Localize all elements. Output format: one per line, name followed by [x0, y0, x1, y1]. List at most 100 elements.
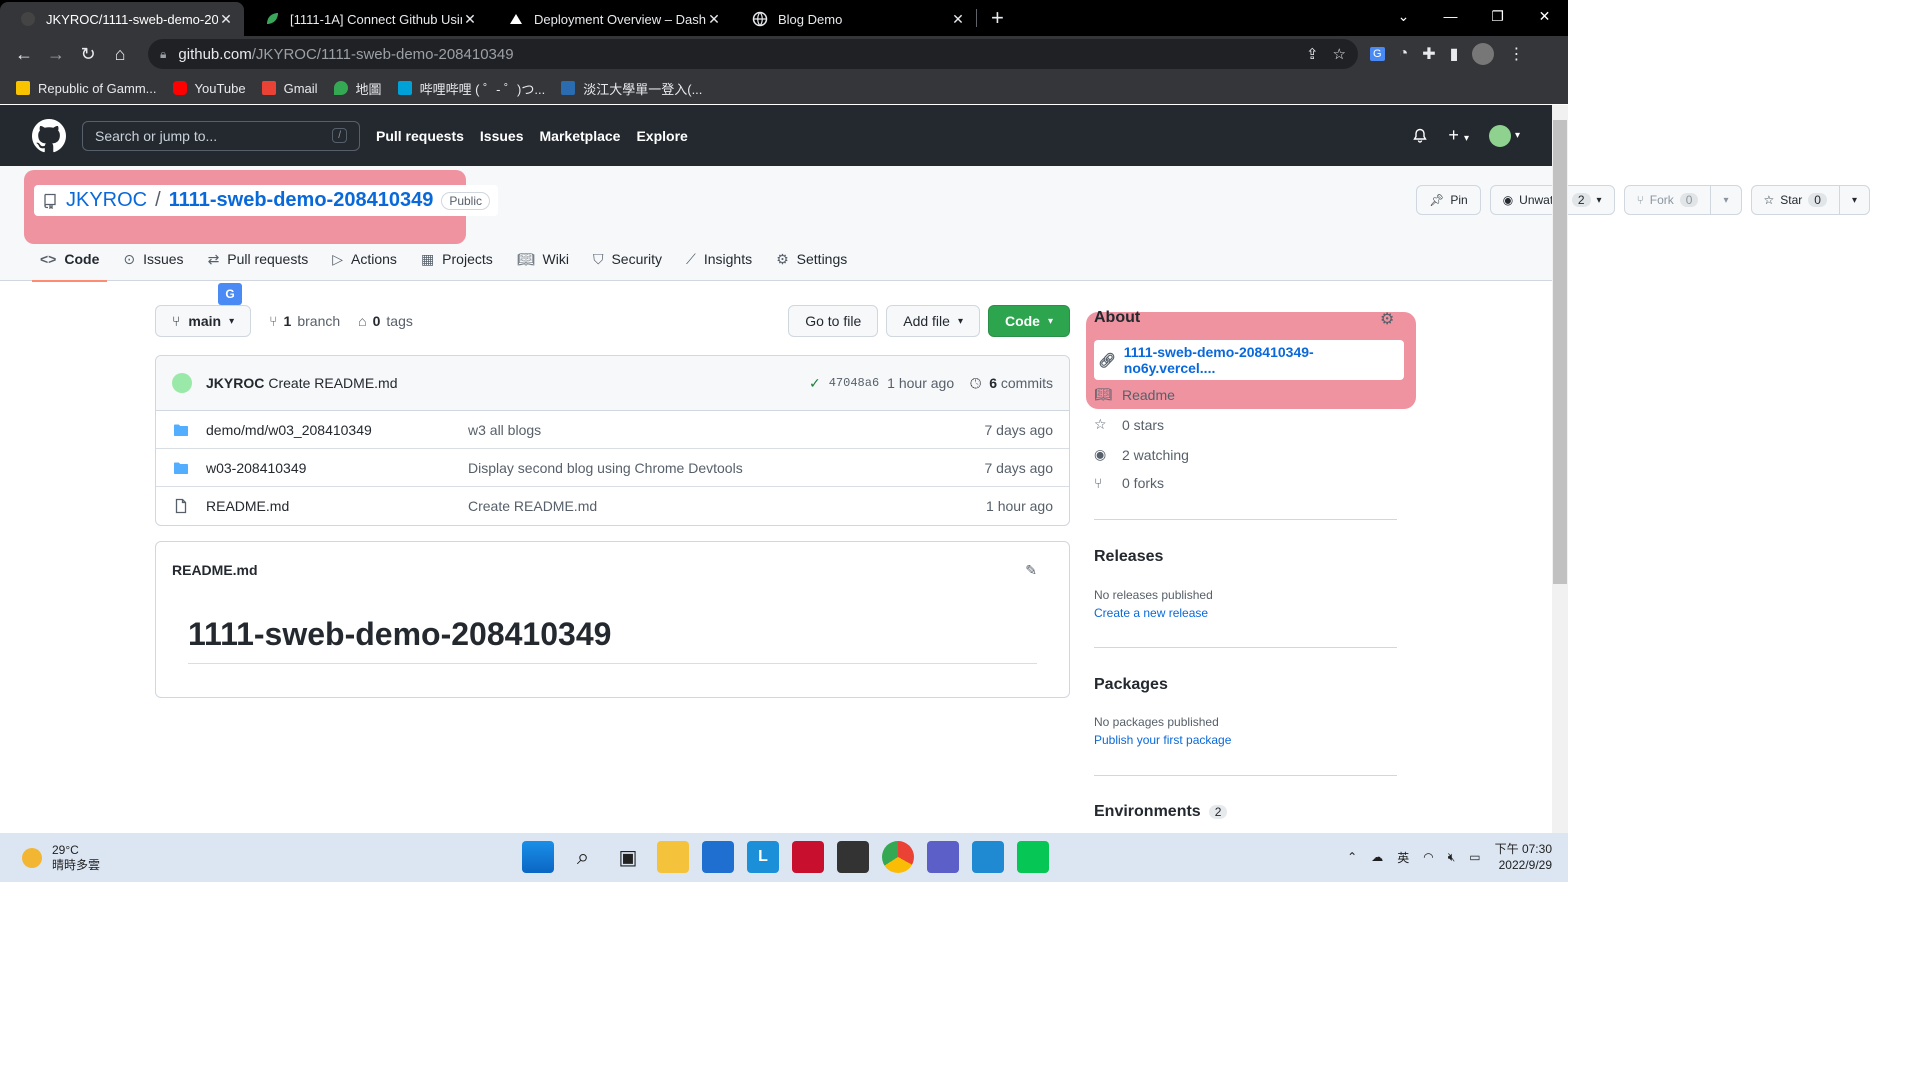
new-tab-button[interactable]: + [977, 5, 1018, 31]
github-desktop-icon[interactable] [837, 841, 869, 873]
address-bar[interactable]: 🔒︎ github.com /JKYROC/1111-sweb-demo-208… [148, 39, 1358, 69]
share-icon[interactable]: ⇪ [1306, 45, 1319, 63]
create-new-dropdown[interactable]: + ▾ [1448, 125, 1469, 146]
website-link[interactable]: 🔗︎ 1111-sweb-demo-208410349-no6y.vercel.… [1094, 340, 1404, 380]
star-button[interactable]: ☆ Star 0 ▾ [1750, 185, 1870, 215]
nav-marketplace[interactable]: Marketplace [540, 128, 621, 144]
teams-icon[interactable] [927, 841, 959, 873]
tab-wiki[interactable]: 📖︎ Wiki [509, 237, 577, 281]
fork-dropdown-caret[interactable]: ▾ [1710, 186, 1740, 214]
close-tab-icon[interactable]: ✕ [950, 11, 966, 28]
browser-menu-icon[interactable]: ⋮ [1508, 44, 1524, 64]
github-logo-icon[interactable] [32, 118, 66, 153]
bookmark-republic-of-gamers[interactable]: Republic of Gamm... [16, 81, 157, 96]
bookmark-maps[interactable]: 地圖 [333, 79, 382, 98]
chrome-icon[interactable] [882, 841, 914, 873]
close-window-button[interactable]: ✕ [1521, 0, 1568, 32]
nav-issues[interactable]: Issues [480, 128, 524, 144]
watchers-link[interactable]: ◉ 2 watching [1094, 446, 1189, 463]
tab-code[interactable]: <> Code [32, 237, 108, 282]
side-panel-icon[interactable]: ▮ [1450, 44, 1459, 64]
file-commit-message[interactable]: Display second blog using Chrome Devtool… [468, 460, 985, 476]
tab-pull-requests[interactable]: ⇄ Pull requests [200, 237, 317, 281]
puzzle-extensions-icon[interactable]: ✚ [1422, 44, 1435, 64]
clock[interactable]: 下午 07:30 2022/9/29 [1495, 841, 1552, 873]
bookmark-star-icon[interactable]: ☆ [1333, 45, 1346, 63]
nav-pull-requests[interactable]: Pull requests [376, 128, 464, 144]
commits-link[interactable]: 6 commits [989, 375, 1053, 391]
file-commit-message[interactable]: Create README.md [468, 498, 986, 514]
tab-security[interactable]: ⛉ Security [585, 237, 670, 281]
back-button[interactable]: ← [8, 38, 40, 70]
line-chat-icon[interactable] [1017, 841, 1049, 873]
lock-icon[interactable]: 🔒︎ [160, 47, 166, 62]
tab-github-repo[interactable]: JKYROC/1111-sweb-demo-208 ✕ [0, 2, 244, 36]
profile-avatar-icon[interactable] [1472, 43, 1495, 65]
translate-extension-icon[interactable]: G [1370, 47, 1385, 61]
speaker-muted-icon[interactable]: 🔇︎ [1448, 850, 1456, 865]
pencil-edit-icon[interactable]: ✎ [1025, 562, 1037, 579]
weather-widget[interactable]: 29°C 晴時多雲 [22, 843, 100, 873]
close-tab-icon[interactable]: ✕ [218, 11, 234, 28]
notifications-bell-icon[interactable] [1412, 128, 1428, 144]
packages-heading[interactable]: Packages [1094, 676, 1168, 694]
check-icon[interactable]: ✓ [809, 375, 821, 392]
task-view-icon[interactable]: ▣ [612, 841, 644, 873]
file-commit-message[interactable]: w3 all blogs [468, 422, 985, 438]
nav-explore[interactable]: Explore [636, 128, 687, 144]
file-explorer-icon[interactable] [657, 841, 689, 873]
line-l-app-icon[interactable]: L [747, 841, 779, 873]
scrollbar-thumb[interactable] [1553, 120, 1567, 584]
forward-button[interactable]: → [40, 38, 72, 70]
tab-vercel-deployment[interactable]: Deployment Overview – Dashb ✕ [488, 2, 732, 36]
close-tab-icon[interactable]: ✕ [706, 11, 722, 28]
bookmark-bilibili[interactable]: 哔哩哔哩 ( ゜- ゜)つ... [397, 79, 545, 98]
stars-link[interactable]: ☆ 0 stars [1094, 416, 1164, 433]
create-release-link[interactable]: Create a new release [1094, 606, 1208, 620]
user-avatar-dropdown[interactable]: ▾ [1488, 124, 1520, 147]
home-button[interactable]: ⌂ [104, 38, 136, 70]
tab-blog-demo[interactable]: Blog Demo ✕ [732, 2, 976, 36]
tab-issues[interactable]: ⊙ Issues [115, 237, 191, 281]
minimize-button[interactable]: — [1427, 0, 1474, 32]
branches-link[interactable]: ⑂ 1 branch [269, 313, 340, 329]
code-button[interactable]: Code ▾ [987, 305, 1070, 337]
onedrive-cloud-icon[interactable]: ☁ [1371, 850, 1383, 864]
website-url[interactable]: 1111-sweb-demo-208410349-no6y.vercel.... [1124, 344, 1404, 376]
restore-button[interactable]: ❐ [1474, 0, 1521, 32]
mcafee-icon[interactable] [792, 841, 824, 873]
search-icon[interactable]: ⌕ [567, 841, 599, 873]
fork-button[interactable]: ⑂ Fork 0 ▾ [1623, 185, 1742, 215]
tab-insights[interactable]: ⟋ Insights [678, 237, 760, 281]
bookmark-tku-sso[interactable]: 淡江大學單一登入(... [561, 79, 702, 98]
gear-icon[interactable]: ⚙ [1380, 309, 1394, 329]
file-name[interactable]: demo/md/w03_208410349 [206, 422, 468, 438]
branch-selector[interactable]: ⑂ main ▾ [155, 305, 252, 337]
extension-icon[interactable]: ◔ [1399, 45, 1409, 63]
wifi-icon[interactable]: ◠ [1423, 850, 1433, 864]
environments-heading[interactable]: Environments 2 [1094, 803, 1228, 821]
search-input[interactable]: Search or jump to... / [82, 120, 360, 151]
close-tab-icon[interactable]: ✕ [462, 11, 478, 28]
publish-package-link[interactable]: Publish your first package [1094, 733, 1231, 747]
pin-button[interactable]: 📌︎ Pin [1416, 185, 1481, 215]
tray-chevron-up-icon[interactable]: ⌃ [1347, 850, 1357, 864]
star-dropdown-caret[interactable]: ▾ [1838, 186, 1869, 214]
tab-projects[interactable]: ▦ Projects [413, 237, 501, 281]
tags-link[interactable]: ⌂ 0 tags [358, 313, 413, 329]
tab-actions[interactable]: ▷ Actions [324, 237, 405, 281]
battery-icon[interactable]: ▭ [1469, 850, 1480, 864]
repo-name-link[interactable]: 1111-sweb-demo-208410349 [169, 189, 434, 212]
go-to-file-button[interactable]: Go to file [788, 305, 879, 337]
file-name[interactable]: w03-208410349 [206, 460, 468, 476]
readme-filename[interactable]: README.md [172, 562, 258, 578]
commit-sha[interactable]: 47048a6 [829, 376, 879, 390]
input-language[interactable]: 英 [1397, 849, 1409, 866]
bookmark-gmail[interactable]: Gmail [261, 81, 318, 96]
windows-start-icon[interactable] [522, 841, 554, 873]
avatar[interactable] [172, 373, 192, 393]
translate-popup-icon[interactable]: G [218, 283, 242, 305]
releases-heading[interactable]: Releases [1094, 548, 1163, 566]
tab-search-icon[interactable]: ⌄ [1380, 0, 1427, 32]
repo-owner-link[interactable]: JKYROC [66, 189, 147, 212]
